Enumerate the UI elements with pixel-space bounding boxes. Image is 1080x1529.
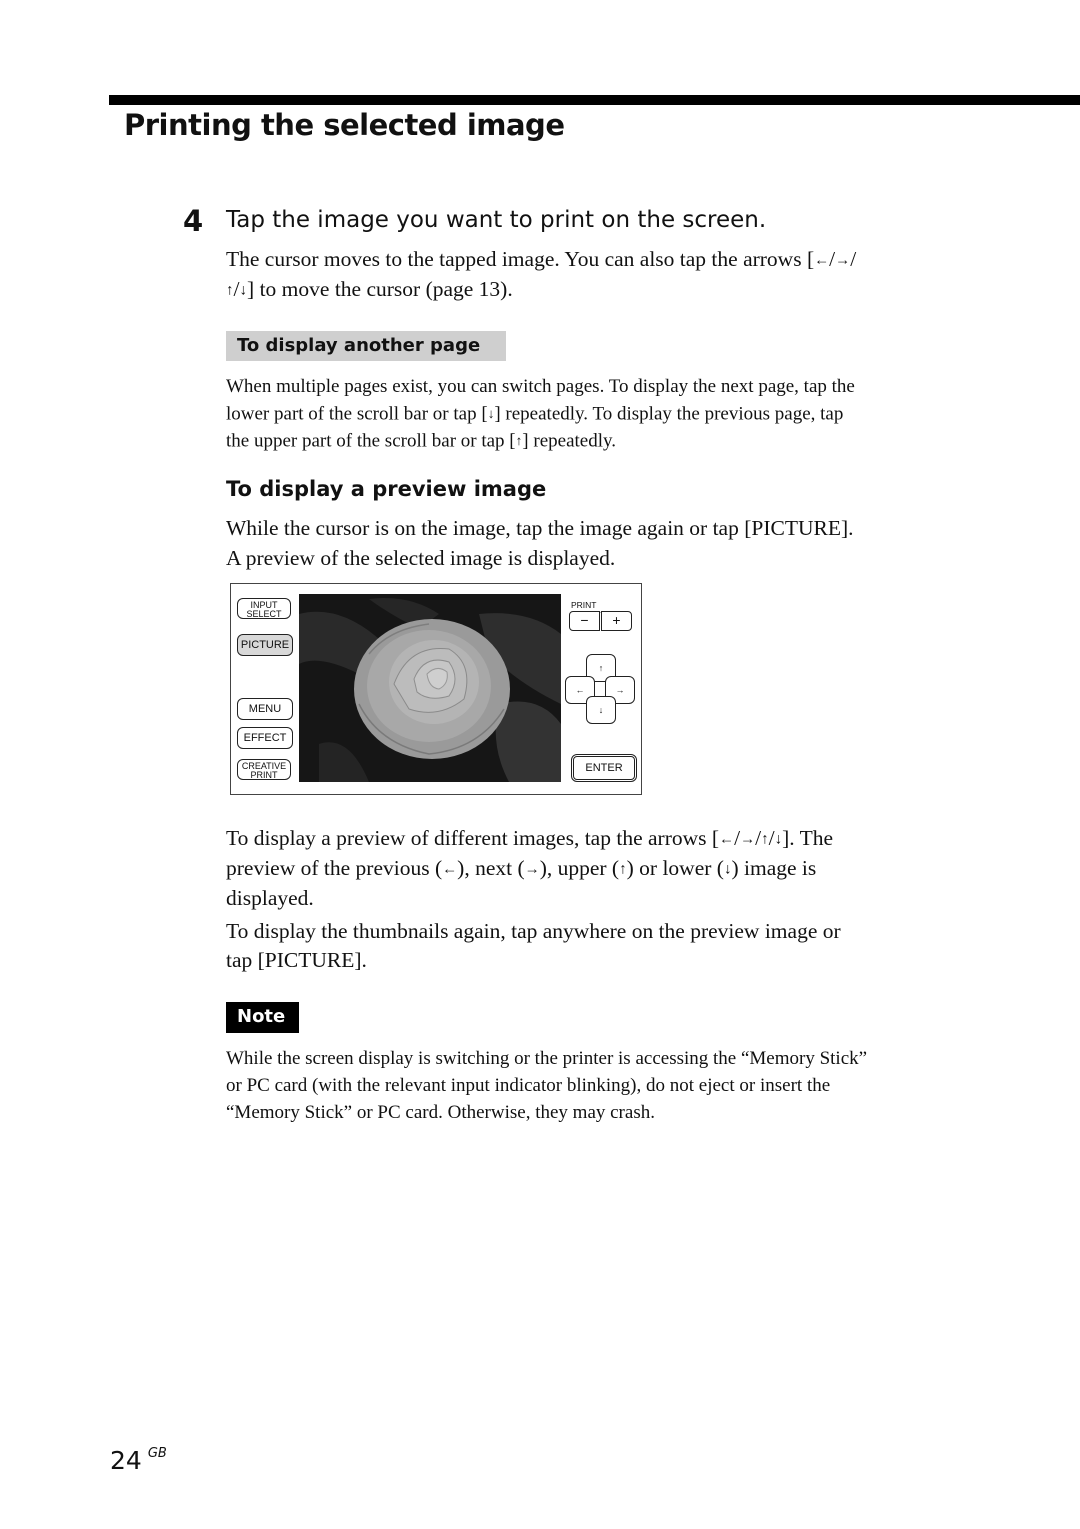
touch-screen-illustration: INPUT SELECT PICTURE MENU EFFECT CREATIV…	[230, 583, 642, 795]
thumbnails-line2: tap [PICTURE].	[226, 948, 367, 972]
arrow-right-icon: →	[740, 831, 756, 848]
text: lower part of the scroll bar or tap [	[226, 403, 488, 425]
quantity-plus-button[interactable]: +	[601, 611, 632, 631]
header-rule	[109, 95, 1080, 105]
menu-button[interactable]: MENU	[237, 698, 293, 720]
step-body-line2: ↑/↓] to move the cursor (page 13).	[226, 277, 513, 301]
arrow-up-icon: ↑	[226, 282, 234, 299]
label: SELECT	[246, 609, 282, 619]
page-number-value: 24	[110, 1446, 142, 1475]
note-label: Note	[226, 1002, 299, 1033]
arrow-left-icon: ←	[814, 252, 830, 269]
label-text: Note	[237, 1006, 286, 1027]
arrow-up-icon: ↑	[619, 861, 627, 878]
quantity-minus-button[interactable]: −	[569, 611, 600, 631]
text: ] repeatedly. To display the previous pa…	[494, 403, 844, 425]
arrow-up-icon: ↑	[761, 831, 769, 848]
another-page-line1: When multiple pages exist, you can switc…	[226, 376, 855, 397]
input-select-button[interactable]: INPUT SELECT	[237, 598, 291, 619]
another-page-line3: the upper part of the scroll bar or tap …	[226, 427, 616, 454]
text: The cursor moves to the tapped image. Yo…	[226, 247, 815, 271]
another-page-line2: lower part of the scroll bar or tap [↓] …	[226, 400, 843, 427]
preview-heading: To display a preview image	[226, 477, 547, 501]
arrow-up-icon: ↑	[598, 663, 604, 673]
arrow-down-icon: ↓	[239, 282, 248, 299]
arrow-down-icon: ↓	[774, 831, 783, 848]
camellia-image	[299, 594, 561, 782]
preview-line1: While the cursor is on the image, tap th…	[226, 516, 854, 540]
enter-button[interactable]: ENTER	[571, 754, 637, 782]
different-images-line2: preview of the previous (←), next (→), u…	[226, 853, 816, 885]
different-images-line1: To display a preview of different images…	[226, 826, 834, 850]
text: To display a preview of different images…	[226, 826, 720, 850]
arrow-down-icon: ↓	[598, 705, 604, 715]
different-images-line3: displayed.	[226, 886, 314, 910]
label: PRINT	[250, 770, 278, 780]
dpad-down-button[interactable]: ↓	[586, 696, 616, 724]
text: ) image is	[731, 856, 817, 880]
note-line3: “Memory Stick” or PC card. Otherwise, th…	[226, 1102, 655, 1123]
effect-button[interactable]: EFFECT	[237, 727, 293, 749]
step-heading: Tap the image you want to print on the s…	[226, 207, 767, 233]
arrow-right-icon: →	[835, 252, 851, 269]
arrow-left-icon: ←	[719, 831, 735, 848]
arrow-left-icon: ←	[442, 861, 458, 878]
text: ) or lower (	[626, 856, 724, 880]
preview-line2: A preview of the selected image is displ…	[226, 546, 616, 570]
text: ), next (	[457, 856, 525, 880]
picture-button[interactable]: PICTURE	[237, 634, 293, 656]
step-body-line1: The cursor moves to the tapped image. Yo…	[226, 247, 857, 271]
page-number: 24 GB	[110, 1446, 167, 1475]
arrow-right-icon: →	[524, 861, 540, 878]
text: ]. The	[782, 826, 834, 850]
section-title: Printing the selected image	[124, 108, 565, 142]
another-page-label: To display another page	[226, 331, 506, 361]
text: preview of the previous (	[226, 856, 443, 880]
thumbnails-line1: To display the thumbnails again, tap any…	[226, 919, 841, 943]
creative-print-button[interactable]: CREATIVE PRINT	[237, 759, 291, 780]
note-line1: While the screen display is switching or…	[226, 1048, 868, 1069]
text: ] to move the cursor (page 13).	[247, 277, 513, 301]
label-text: To display another page	[237, 335, 481, 356]
text: the upper part of the scroll bar or tap …	[226, 430, 516, 452]
text: ), upper (	[539, 856, 620, 880]
note-line2: or PC card (with the relevant input indi…	[226, 1075, 831, 1096]
text: ] repeatedly.	[522, 430, 617, 452]
arrow-right-icon: →	[615, 685, 625, 695]
arrow-left-icon: ←	[575, 685, 585, 695]
step-number: 4	[183, 204, 204, 238]
region-code: GB	[147, 1446, 167, 1461]
preview-photo[interactable]	[299, 594, 561, 782]
